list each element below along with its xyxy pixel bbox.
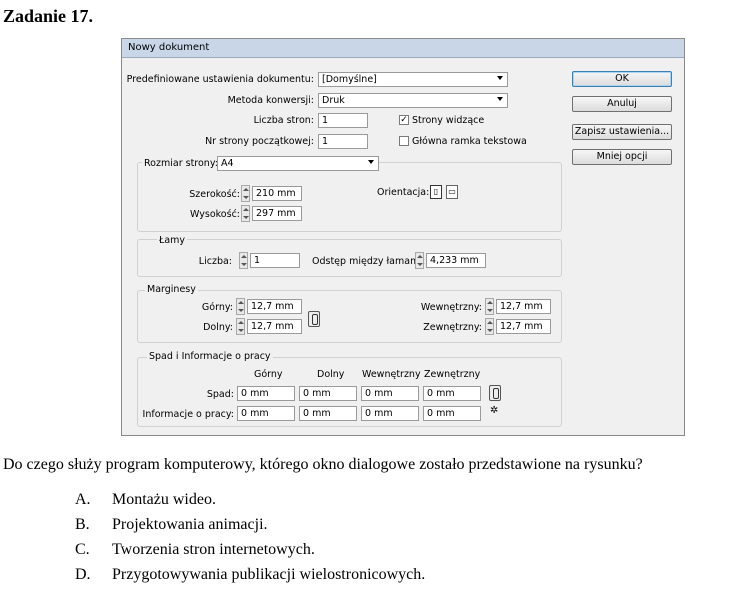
gutter-label: Odstęp między łamami: xyxy=(312,256,426,267)
outside-margin-spinner[interactable] xyxy=(485,318,494,335)
facing-pages-label: Strony widzące xyxy=(412,115,485,126)
bleed-top-input[interactable]: 0 mm xyxy=(237,386,295,401)
slug-top-input[interactable]: 0 mm xyxy=(237,406,295,421)
method-label: Metoda konwersji: xyxy=(227,95,314,106)
bleed-slug-title: Spad i Informacje o pracy xyxy=(147,351,273,362)
gutter-input[interactable]: 4,233 mm xyxy=(426,253,486,268)
inside-margin-label: Wewnętrzny: xyxy=(420,302,482,313)
page-size-dropdown[interactable]: A4 xyxy=(217,156,379,171)
gutter-spinner[interactable] xyxy=(415,252,424,269)
dialog-titlebar[interactable]: Nowy dokument xyxy=(122,39,684,58)
save-preset-button[interactable]: Zapisz ustawienia... xyxy=(572,124,672,140)
slug-inside-input[interactable]: 0 mm xyxy=(361,406,419,421)
pages-label: Liczba stron: xyxy=(253,115,314,126)
answer-c-letter: C. xyxy=(75,541,90,558)
method-value: Druk xyxy=(322,95,345,106)
slug-bottom-input[interactable]: 0 mm xyxy=(299,406,357,421)
task-title: Zadanie 17. xyxy=(3,6,94,26)
width-label: Szerokość: xyxy=(189,189,240,200)
preset-dropdown[interactable]: [Domyślne] xyxy=(318,72,508,87)
broken-chain-link-icon[interactable]: ✲ xyxy=(490,405,498,416)
answer-d-letter: D. xyxy=(75,566,91,583)
cancel-button[interactable]: Anuluj xyxy=(572,96,672,112)
bleed-chain-link-icon[interactable] xyxy=(489,385,501,401)
preset-label: Predefiniowane ustawienia dokumentu: xyxy=(126,74,314,85)
bleed-label: Spad: xyxy=(206,389,234,400)
method-dropdown[interactable]: Druk xyxy=(318,93,508,108)
inside-margin-spinner[interactable] xyxy=(485,298,494,315)
preset-value: [Domyślne] xyxy=(322,74,377,85)
top-margin-input[interactable]: 12,7 mm xyxy=(247,299,302,314)
bottom-margin-label: Dolny: xyxy=(203,322,233,333)
answer-b-text: Projektowania animacji. xyxy=(112,516,268,533)
width-spinner[interactable] xyxy=(241,185,250,202)
bleed-outside-input[interactable]: 0 mm xyxy=(423,386,481,401)
bleed-col-header-inside: Wewnętrzny xyxy=(362,369,421,380)
portrait-orientation-icon[interactable]: ▯ xyxy=(430,185,442,199)
pages-input[interactable]: 1 xyxy=(318,113,368,128)
answer-a-letter: A. xyxy=(75,491,91,508)
bottom-margin-input[interactable]: 12,7 mm xyxy=(247,319,302,334)
bleed-inside-input[interactable]: 0 mm xyxy=(361,386,419,401)
bottom-margin-spinner[interactable] xyxy=(236,318,245,335)
slug-label: Informacje o pracy: xyxy=(142,409,234,420)
margins-title: Marginesy xyxy=(145,284,198,295)
landscape-orientation-icon[interactable]: ▭ xyxy=(446,185,458,199)
chevron-down-icon xyxy=(497,76,503,80)
start-page-input[interactable]: 1 xyxy=(318,134,368,149)
master-frame-checkbox[interactable] xyxy=(399,136,409,146)
outside-margin-input[interactable]: 12,7 mm xyxy=(496,319,551,334)
answer-d-text: Przygotowywania publikacji wielostronico… xyxy=(112,566,426,583)
slug-outside-input[interactable]: 0 mm xyxy=(423,406,481,421)
master-frame-label: Główna ramka tekstowa xyxy=(412,136,527,147)
facing-pages-checkbox[interactable]: ✓ xyxy=(399,115,409,125)
page-size-label: Rozmiar strony: xyxy=(142,158,220,169)
height-label: Wysokość: xyxy=(190,209,240,220)
top-margin-spinner[interactable] xyxy=(236,298,245,315)
chain-link-icon[interactable] xyxy=(308,311,320,327)
width-input[interactable]: 210 mm xyxy=(252,186,302,201)
columns-count-spinner[interactable] xyxy=(239,252,248,269)
top-margin-label: Górny: xyxy=(201,302,233,313)
bleed-col-header-top: Górny xyxy=(254,369,283,380)
answer-b-letter: B. xyxy=(75,516,90,533)
chevron-down-icon xyxy=(368,160,374,164)
height-spinner[interactable] xyxy=(241,205,250,222)
chevron-down-icon xyxy=(497,97,503,101)
margins-group xyxy=(137,290,562,343)
bleed-col-header-bottom: Dolny xyxy=(317,369,345,380)
orientation-label: Orientacja: xyxy=(377,187,430,198)
height-input[interactable]: 297 mm xyxy=(252,206,302,221)
outside-margin-label: Zewnętrzny: xyxy=(423,322,482,333)
columns-count-input[interactable]: 1 xyxy=(250,253,300,268)
answer-c-text: Tworzenia stron internetowych. xyxy=(112,541,315,558)
columns-title: Łamy xyxy=(157,235,188,246)
question-text: Do czego służy program komputerowy, któr… xyxy=(3,456,643,473)
columns-count-label: Liczba: xyxy=(198,256,232,267)
fewer-options-button[interactable]: Mniej opcji xyxy=(572,149,672,165)
dialog-title: Nowy dokument xyxy=(128,42,210,53)
answer-a-text: Montażu wideo. xyxy=(112,491,216,508)
bleed-bottom-input[interactable]: 0 mm xyxy=(299,386,357,401)
start-page-label: Nr strony początkowej: xyxy=(205,136,314,147)
page-size-value: A4 xyxy=(221,158,234,169)
new-document-dialog: Nowy dokument Predefiniowane ustawienia … xyxy=(121,38,685,436)
inside-margin-input[interactable]: 12,7 mm xyxy=(496,299,551,314)
ok-button[interactable]: OK xyxy=(572,71,672,87)
bleed-col-header-outside: Zewnętrzny xyxy=(424,369,481,380)
